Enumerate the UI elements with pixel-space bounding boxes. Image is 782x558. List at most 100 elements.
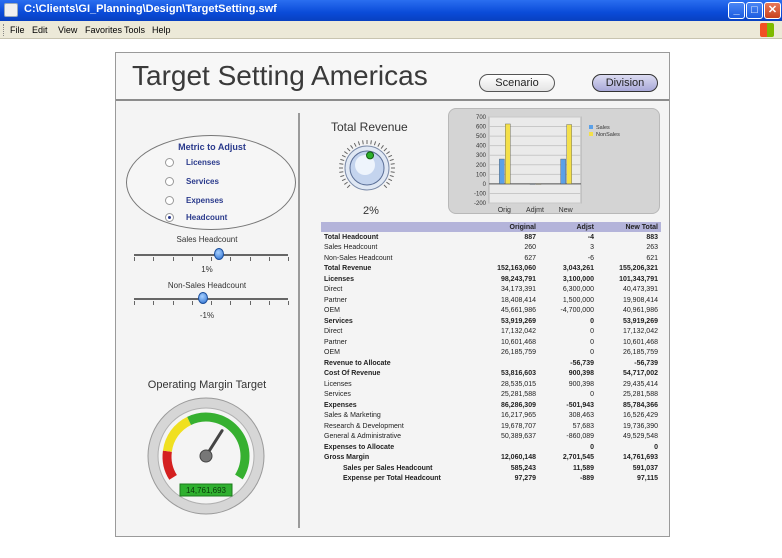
cell-adjst: -860,089	[566, 433, 594, 441]
slider-tick	[172, 257, 174, 261]
cell-original: 53,816,603	[500, 370, 536, 378]
slider-tick	[153, 257, 155, 261]
toolbar-grip	[3, 24, 6, 36]
radio-licenses[interactable]: Licenses	[165, 157, 275, 169]
non-sales-headcount-slider[interactable]	[134, 292, 289, 305]
row-label: Direct	[324, 286, 343, 294]
cell-new-total: 17,132,042	[622, 328, 658, 336]
knob-tick	[383, 184, 388, 189]
cell-original: 53,919,269	[500, 317, 536, 325]
row-label: Direct	[324, 328, 343, 336]
table-row: Revenue to Allocate -56,739 -56,739	[321, 358, 661, 369]
operating-margin-title: Operating Margin Target	[147, 379, 267, 391]
slider-tick	[230, 301, 232, 305]
row-label: Total Revenue	[324, 265, 372, 273]
menu-favorites[interactable]: Favorites	[85, 25, 122, 35]
radio-headcount[interactable]: Headcount	[165, 212, 275, 224]
legend-label: NonSales	[596, 132, 620, 138]
row-label: Non-Sales Headcount	[324, 254, 393, 262]
radio-dot	[165, 177, 174, 186]
cell-adjst: 57,683	[572, 422, 594, 430]
sales-headcount-slider[interactable]	[134, 248, 289, 261]
close-button[interactable]: ✕	[764, 2, 781, 19]
slider-tick	[134, 301, 135, 305]
cell-new-total: 263	[646, 244, 658, 252]
cell-adjst: 6,300,000	[562, 286, 594, 294]
cell-original: 627	[524, 254, 536, 262]
cell-adjst: 0	[590, 338, 594, 346]
cell-adjst: -501,943	[566, 401, 594, 409]
slider-tick	[288, 257, 289, 261]
cell-original: 18,408,414	[500, 296, 536, 304]
menu-edit[interactable]: Edit	[32, 25, 48, 35]
division-button[interactable]: Division	[592, 74, 658, 92]
radio-label: Headcount	[186, 213, 228, 222]
table-row: OEM 26,185,759 0 26,185,759	[321, 348, 661, 359]
total-revenue-knob[interactable]	[337, 136, 397, 200]
y-tick-label: 700	[476, 115, 487, 121]
row-label: Sales per Sales Headcount	[343, 464, 433, 472]
radio-dot	[165, 196, 174, 205]
menu-view[interactable]: View	[58, 25, 77, 35]
slider-tick	[172, 301, 174, 305]
bar-nonsales-orig	[505, 123, 511, 185]
cell-adjst: 3,100,000	[562, 275, 594, 283]
table-row: Cost Of Revenue 53,816,603 900,398 54,717,0…	[321, 369, 661, 380]
slider-tick	[249, 301, 251, 305]
menu-help[interactable]: Help	[152, 25, 171, 35]
table-row: Licenses 28,535,015 900,398 29,435,414	[321, 379, 661, 390]
windows-logo-icon	[760, 23, 774, 37]
cell-new-total: 19,736,390	[622, 422, 658, 430]
maximize-button[interactable]: □	[746, 2, 763, 19]
bar-sales-adjmt	[529, 183, 536, 185]
table-header-row: Original Adjst New Total	[321, 222, 661, 232]
slider-tick	[153, 301, 155, 305]
radio-dot	[165, 158, 174, 167]
knob-tick	[386, 181, 390, 185]
cell-new-total: -56,739	[634, 359, 658, 367]
table-row: Total Headcount 887 -4 883	[321, 232, 661, 243]
row-label: Services	[324, 391, 351, 399]
cell-original: 19,678,707	[500, 422, 536, 430]
cell-original: 86,286,309	[500, 401, 536, 409]
row-label: Total Headcount	[324, 233, 379, 241]
row-label: General & Administrative	[324, 433, 402, 441]
table-row: Gross Margin 12,060,148 2,701,545 14,761,69…	[321, 453, 661, 464]
y-tick-label: 100	[476, 172, 487, 178]
cell-adjst: 308,463	[568, 412, 594, 420]
minimize-button[interactable]: _	[728, 2, 745, 19]
menu-tools[interactable]: Tools	[124, 25, 145, 35]
x-tick-label: New	[559, 207, 574, 214]
row-label: Services	[324, 317, 353, 325]
cell-new-total: 40,961,986	[622, 307, 658, 315]
sales-headcount-label: Sales Headcount	[176, 235, 238, 244]
cell-adjst: 900,398	[568, 370, 594, 378]
cell-original: 17,132,042	[500, 328, 536, 336]
cell-original: 34,173,391	[500, 286, 536, 294]
radio-expenses[interactable]: Expenses	[165, 195, 275, 207]
cell-new-total: 26,185,759	[622, 349, 658, 357]
slider-thumb[interactable]	[198, 292, 209, 304]
non-sales-headcount-label: Non-Sales Headcount	[167, 281, 247, 290]
radio-services[interactable]: Services	[165, 176, 275, 188]
slider-thumb[interactable]	[213, 248, 224, 260]
scenario-button[interactable]: Scenario	[479, 74, 555, 92]
cell-adjst: -6	[587, 254, 594, 262]
row-label: Partner	[324, 338, 347, 346]
y-tick-label: 400	[476, 144, 487, 150]
menu-file[interactable]: File	[10, 25, 25, 35]
table-row: Direct 34,173,391 6,300,000 40,473,391	[321, 285, 661, 296]
table-row: Non-Sales Headcount 627 -6 621	[321, 253, 661, 264]
cell-original: 152,163,060	[497, 265, 536, 273]
row-label: Expenses to Allocate	[324, 443, 395, 451]
knob-tick	[386, 151, 390, 155]
cell-new-total: 155,206,321	[619, 265, 658, 273]
cell-original: 28,535,015	[500, 380, 536, 388]
knob-tick	[362, 140, 364, 145]
knob-tick	[388, 178, 393, 182]
column-header-original: Original	[471, 222, 539, 232]
cell-new-total: 0	[654, 443, 658, 451]
radio-label: Expenses	[186, 196, 224, 205]
operating-margin-gauge[interactable]: 14,761,693	[146, 396, 266, 516]
page-title: Target Setting Americas	[132, 60, 428, 91]
